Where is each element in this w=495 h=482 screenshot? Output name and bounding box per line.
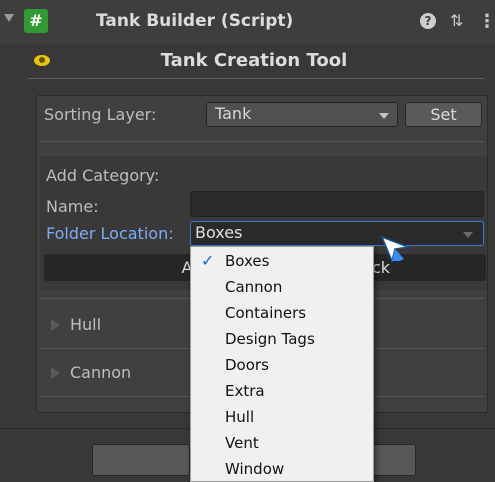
popup-option-doors[interactable]: Doors: [191, 353, 373, 379]
help-icon[interactable]: ?: [420, 13, 436, 29]
popup-option-label: Cannon: [225, 278, 283, 296]
divider: [40, 141, 484, 142]
popup-option-window[interactable]: Window: [191, 457, 373, 482]
script-icon: #: [24, 9, 48, 33]
popup-option-design-tags[interactable]: Design Tags: [191, 327, 373, 353]
popup-option-label: Hull: [225, 408, 255, 426]
popup-option-cannon[interactable]: Cannon: [191, 275, 373, 301]
mouse-cursor-icon: [380, 235, 410, 264]
popup-option-boxes[interactable]: ✓ Boxes: [191, 249, 373, 275]
foldout-arrow-icon[interactable]: [4, 14, 14, 22]
popup-option-label: Extra: [225, 382, 265, 400]
popup-option-label: Boxes: [225, 252, 270, 270]
add-category-heading: Add Category:: [46, 166, 160, 185]
popup-option-label: Vent: [225, 434, 259, 452]
popup-option-label: Doors: [225, 356, 269, 374]
component-title: Tank Builder (Script): [96, 11, 294, 31]
preset-icon[interactable]: ⇅: [450, 11, 463, 30]
popup-option-hull[interactable]: Hull: [191, 405, 373, 431]
foldout-hull[interactable]: Hull: [44, 310, 184, 340]
popup-option-containers[interactable]: Containers: [191, 301, 373, 327]
folder-location-dropdown[interactable]: Boxes: [190, 221, 484, 246]
popup-option-vent[interactable]: Vent: [191, 431, 373, 457]
chevron-down-icon: [379, 113, 389, 119]
folder-location-value: Boxes: [195, 223, 243, 242]
name-label: Name:: [46, 197, 99, 216]
foldout-label: Cannon: [70, 363, 132, 382]
popup-option-label: Containers: [225, 304, 307, 322]
expand-arrow-icon: [51, 367, 60, 379]
foldout-label: Hull: [70, 315, 102, 334]
expand-arrow-icon: [51, 319, 60, 331]
sorting-layer-dropdown[interactable]: Tank: [206, 102, 398, 127]
folder-location-label: Folder Location:: [46, 224, 174, 243]
popup-option-extra[interactable]: Extra: [191, 379, 373, 405]
foldout-cannon[interactable]: Cannon: [44, 358, 184, 388]
inspector-header: # Tank Builder (Script) ? ⇅ ⋮: [0, 0, 495, 44]
context-menu-icon[interactable]: ⋮: [478, 11, 495, 32]
popup-option-label: Window: [225, 460, 285, 478]
tool-title: Tank Creation Tool: [160, 50, 348, 71]
check-icon: ✓: [201, 251, 215, 270]
name-input[interactable]: [190, 191, 484, 217]
chevron-down-icon: [463, 232, 473, 238]
title-divider: [28, 78, 484, 79]
set-button[interactable]: Set: [405, 102, 482, 127]
sorting-layer-label: Sorting Layer:: [44, 105, 157, 124]
sorting-layer-value: Tank: [215, 104, 252, 123]
bottom-button-left[interactable]: [92, 444, 190, 476]
popup-option-label: Design Tags: [225, 330, 315, 348]
folder-location-popup: ✓ Boxes Cannon Containers Design Tags Do…: [190, 246, 374, 482]
